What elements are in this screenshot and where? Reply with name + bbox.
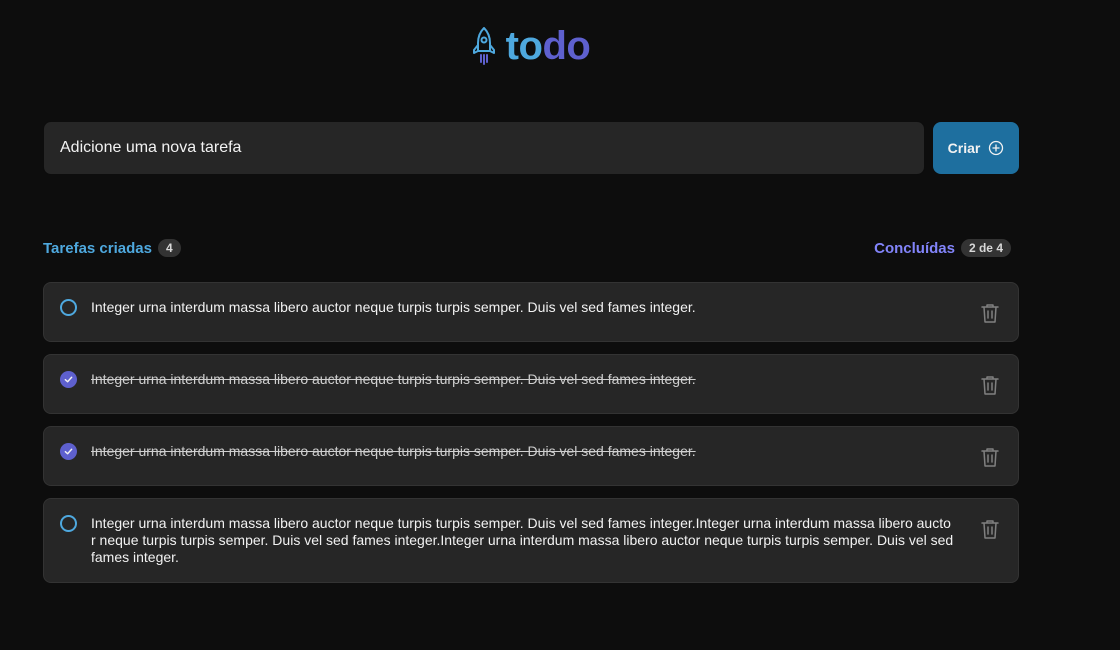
created-label: Tarefas criadas <box>43 239 152 257</box>
done-counter: Concluídas 2 de 4 <box>874 239 1011 257</box>
new-task-form: Criar <box>43 121 1019 175</box>
app-logo: todo <box>0 26 1062 66</box>
task-text: Integer urna interdum massa libero aucto… <box>91 515 954 565</box>
task-checkbox[interactable] <box>60 371 77 388</box>
logo-wordmark: todo <box>506 26 591 66</box>
done-label: Concluídas <box>874 239 955 257</box>
plus-circle-icon <box>988 140 1004 156</box>
task-text: Integer urna interdum massa libero aucto… <box>91 371 696 387</box>
trash-icon[interactable] <box>978 301 1002 325</box>
todo-app: todo Criar Tarefas criadas 4 Concluídas … <box>0 0 1120 650</box>
trash-icon[interactable] <box>978 445 1002 469</box>
task-checkbox[interactable] <box>60 515 77 532</box>
task-list: Integer urna interdum massa libero aucto… <box>43 282 1019 583</box>
logo-text-do: do <box>542 24 591 68</box>
task-text: Integer urna interdum massa libero aucto… <box>91 443 696 459</box>
task-text: Integer urna interdum massa libero aucto… <box>91 299 696 315</box>
create-button-label: Criar <box>947 140 981 156</box>
done-count-badge: 2 de 4 <box>960 239 1011 257</box>
task-item: Integer urna interdum massa libero aucto… <box>43 498 1019 583</box>
trash-icon[interactable] <box>978 373 1002 397</box>
created-count-badge: 4 <box>157 239 181 257</box>
task-item: Integer urna interdum massa libero aucto… <box>43 426 1019 486</box>
task-checkbox[interactable] <box>60 443 77 460</box>
logo-text-to: to <box>505 24 543 68</box>
create-task-button[interactable]: Criar <box>933 122 1019 174</box>
task-item: Integer urna interdum massa libero aucto… <box>43 354 1019 414</box>
rocket-icon <box>472 26 496 66</box>
created-counter: Tarefas criadas 4 <box>43 239 181 257</box>
new-task-input[interactable] <box>43 121 925 175</box>
task-counters: Tarefas criadas 4 Concluídas 2 de 4 <box>43 239 1011 257</box>
task-checkbox[interactable] <box>60 299 77 316</box>
trash-icon[interactable] <box>978 517 1002 541</box>
task-item: Integer urna interdum massa libero aucto… <box>43 282 1019 342</box>
